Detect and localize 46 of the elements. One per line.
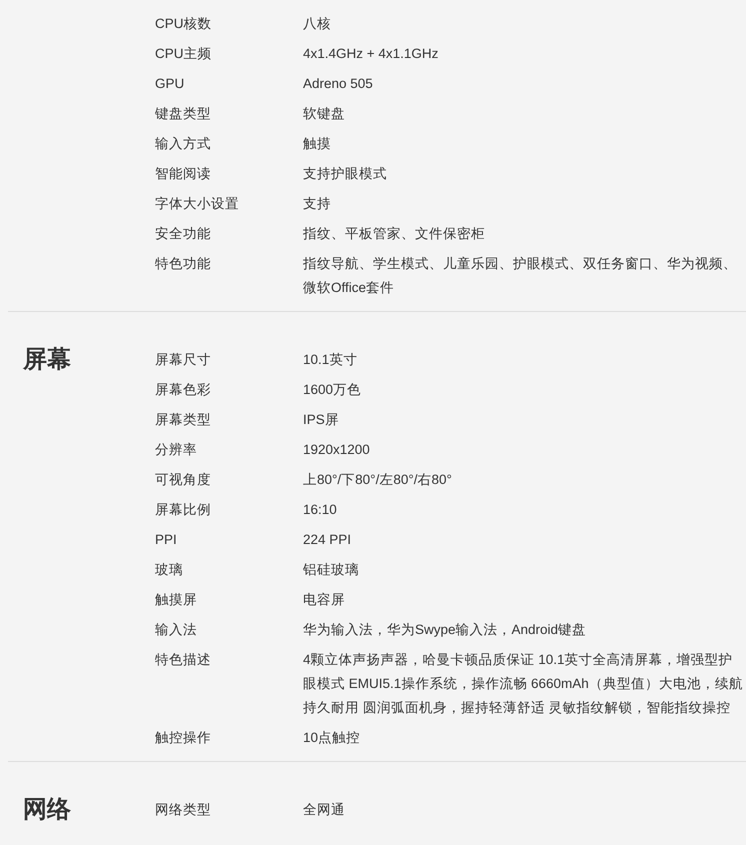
spec-value: 华为输入法，华为Swype输入法，Android键盘 xyxy=(303,621,588,639)
spec-label: PPI xyxy=(155,531,178,549)
section-title: 网络 xyxy=(23,796,71,823)
spec-label: 键盘类型 xyxy=(155,105,212,123)
spec-value: 电容屏 xyxy=(303,591,346,609)
spec-label: 屏幕色彩 xyxy=(155,381,212,399)
spec-label: 字体大小设置 xyxy=(155,195,240,213)
spec-label: 玻璃 xyxy=(155,561,184,579)
spec-value: 支持护眼模式 xyxy=(303,165,388,183)
spec-label: 屏幕比例 xyxy=(155,501,212,519)
spec-value: 4x1.4GHz + 4x1.1GHz xyxy=(303,45,440,63)
spec-label: 屏幕类型 xyxy=(155,411,212,429)
spec-label: GPU xyxy=(155,75,186,93)
section-title: 屏幕 xyxy=(23,346,71,373)
spec-value: Adreno 505 xyxy=(303,75,374,93)
spec-value: IPS屏 xyxy=(303,411,340,429)
spec-label: 可视角度 xyxy=(155,471,212,489)
spec-label: 安全功能 xyxy=(155,225,212,243)
spec-label: 网络类型 xyxy=(155,801,212,819)
spec-label: 屏幕尺寸 xyxy=(155,351,212,369)
spec-value: 指纹、平板管家、文件保密柜 xyxy=(303,225,486,243)
spec-label: 触摸屏 xyxy=(155,591,198,609)
spec-label: 智能阅读 xyxy=(155,165,212,183)
spec-label: CPU主频 xyxy=(155,45,213,63)
spec-label: CPU核数 xyxy=(155,15,213,33)
spec-label: 特色描述 xyxy=(155,651,212,669)
spec-value: 全网通 xyxy=(303,801,346,819)
spec-label: 特色功能 xyxy=(155,255,212,273)
spec-value: 支持 xyxy=(303,195,332,213)
spec-value: 1920x1200 xyxy=(303,441,371,459)
spec-value: 铝硅玻璃 xyxy=(303,561,360,579)
spec-value: 上80°/下80°/左80°/右80° xyxy=(303,471,453,489)
spec-value: 1600万色 xyxy=(303,381,362,399)
spec-value: 触摸 xyxy=(303,135,332,153)
spec-value: 指纹导航、学生模式、儿童乐园、护眼模式、双任务窗口、华为视频、微软Office套件 xyxy=(303,255,738,297)
spec-value: 224 PPI xyxy=(303,531,352,549)
spec-value: 软键盘 xyxy=(303,105,346,123)
spec-value: 八核 xyxy=(303,15,332,33)
spec-label: 分辨率 xyxy=(155,441,198,459)
spec-label: 触控操作 xyxy=(155,729,212,747)
spec-value: 16:10 xyxy=(303,501,338,519)
spec-value: 4颗立体声扬声器，哈曼卡顿品质保证 10.1英寸全高清屏幕，增强型护眼模式 EMUI5.1操作系统，操作流畅 6660mAh（典型值）大电池，续航持久耐用 圆润弧面机身，握持轻薄舒适 灵敏指纹解锁，智能指纹操控 xyxy=(303,651,743,717)
spec-label: 输入方式 xyxy=(155,135,212,153)
spec-value: 10点触控 xyxy=(303,729,362,747)
spec-value: 10.1英寸 xyxy=(303,351,358,369)
spec-label: 输入法 xyxy=(155,621,198,639)
